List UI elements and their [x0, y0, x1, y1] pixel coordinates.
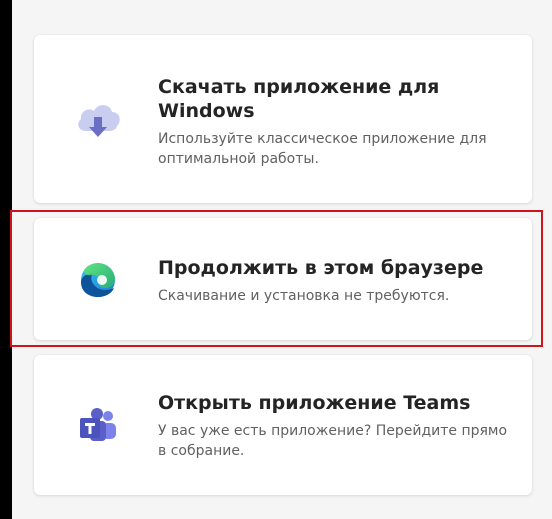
teams-icon [72, 403, 124, 451]
teams-option-description: У вас уже есть приложение? Перейдите пря… [158, 423, 508, 459]
continue-in-browser-option[interactable]: Продолжить в этом браузере Скачивание и … [34, 218, 532, 340]
download-windows-app-option[interactable]: Скачать приложение для Windows Используй… [34, 35, 532, 203]
cloud-download-icon [72, 97, 124, 145]
join-options-page: Скачать приложение для Windows Используй… [0, 0, 552, 519]
teams-option-title: Открыть приложение Teams [158, 392, 471, 414]
open-teams-app-option[interactable]: Открыть приложение Teams У вас уже есть … [34, 355, 532, 495]
left-edge-bar [0, 0, 12, 519]
browser-option-description: Скачивание и установка не требуются. [158, 288, 450, 304]
browser-option-text: Продолжить в этом браузере Скачивание и … [158, 256, 508, 306]
teams-option-text: Открыть приложение Teams У вас уже есть … [158, 391, 508, 461]
browser-option-title: Продолжить в этом браузере [158, 257, 484, 279]
download-option-title: Скачать приложение для Windows [158, 76, 440, 122]
edge-browser-icon [72, 256, 124, 304]
download-option-text: Скачать приложение для Windows Используй… [158, 75, 508, 169]
download-option-description: Используйте классическое приложение для … [158, 131, 487, 167]
